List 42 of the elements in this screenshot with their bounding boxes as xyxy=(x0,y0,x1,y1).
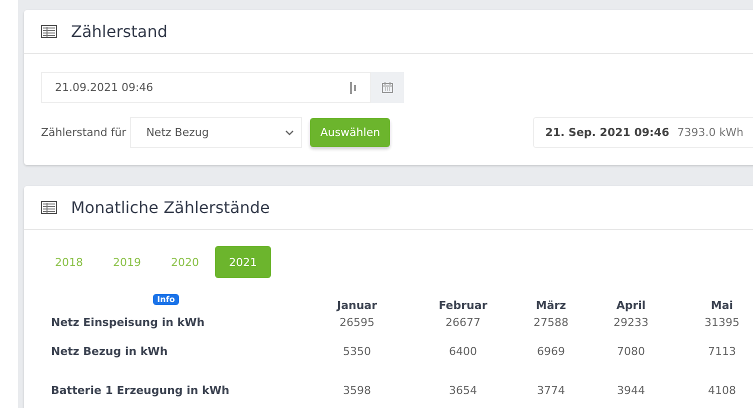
table-cell-text: 6400 xyxy=(448,345,478,358)
result-date: 21. Sep. 2021 09:46 xyxy=(545,126,670,139)
result-value: 7393.0 kWh xyxy=(677,126,744,139)
column-header: Januar xyxy=(335,299,378,312)
column-header: Mai xyxy=(710,299,734,312)
table-cell-text: 29233 xyxy=(612,316,650,328)
column-header: April xyxy=(615,299,647,312)
info-badge[interactable]: Info xyxy=(153,294,179,305)
column-header: Februar xyxy=(438,299,488,312)
meter-label: Zählerstand für xyxy=(41,126,126,139)
chevron-down-icon xyxy=(285,130,294,136)
calendar-button[interactable] xyxy=(371,72,404,103)
table-icon xyxy=(41,201,57,214)
table-cell-text: 6969 xyxy=(536,345,566,358)
card-title: Monatliche Zählerstände xyxy=(71,198,270,217)
datetime-field[interactable]: 21.09.2021 09:46 xyxy=(41,72,371,103)
table-cell-text: 3654 xyxy=(448,384,478,397)
row-label: Batterie 1 Erzeugung in kWh xyxy=(51,384,230,397)
table-cell-text: 5350 xyxy=(342,345,372,358)
year-tab[interactable]: 2018 xyxy=(41,246,97,278)
table-cell-text: 26677 xyxy=(444,316,482,328)
table-cell-text: 7080 xyxy=(616,345,646,358)
table-cell-text: 4108 xyxy=(707,384,737,397)
table-cell-text: 31395 xyxy=(704,316,740,328)
column-header: März xyxy=(534,299,568,312)
table-icon xyxy=(41,25,57,38)
calendar-icon xyxy=(382,82,393,93)
table-cell-text: 3774 xyxy=(536,384,566,397)
card-title: Zählerstand xyxy=(71,22,168,41)
table-cell-text: 26595 xyxy=(338,316,376,328)
row-label: Netz Bezug in kWh xyxy=(51,345,168,358)
select-button[interactable]: Auswählen xyxy=(310,118,390,147)
table-cell-text: 3944 xyxy=(616,384,646,397)
table-cell-text: 3598 xyxy=(342,384,372,397)
table-cell-text: 7113 xyxy=(707,345,737,358)
year-tab[interactable]: 2020 xyxy=(157,246,213,278)
table-cell-text: 27588 xyxy=(532,316,570,328)
year-tab[interactable]: 2019 xyxy=(99,246,155,278)
year-tab[interactable]: 2021 xyxy=(215,246,271,278)
cursor-icon xyxy=(350,82,358,94)
row-label: Netz Einspeisung in kWh xyxy=(51,316,205,328)
meter-select[interactable]: Netz Bezug xyxy=(130,117,302,148)
